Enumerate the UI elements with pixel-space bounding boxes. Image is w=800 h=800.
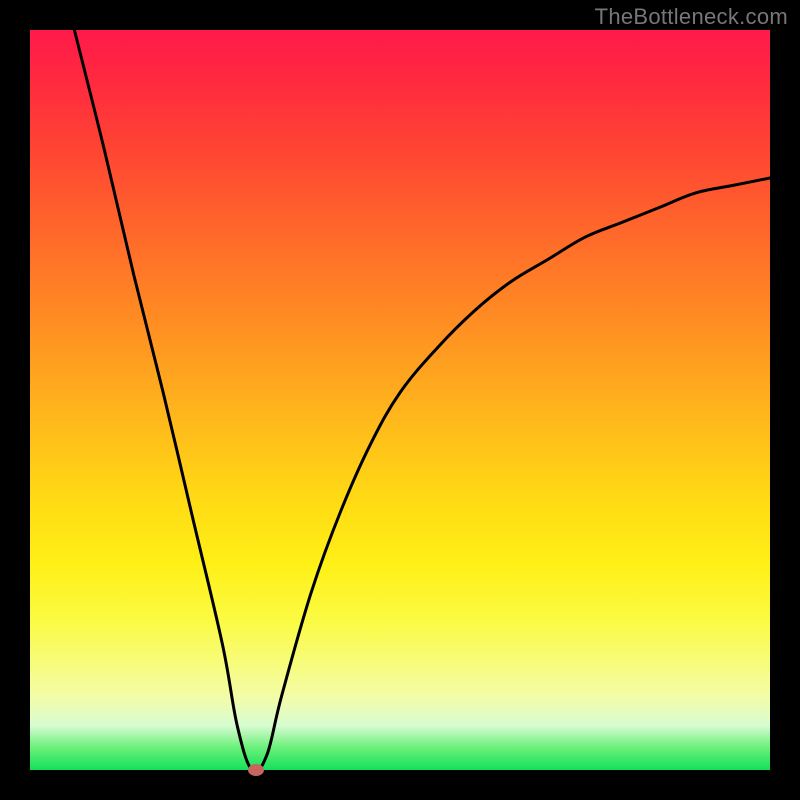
chart-frame: TheBottleneck.com	[0, 0, 800, 800]
plot-area	[30, 30, 770, 770]
bottleneck-curve	[30, 30, 770, 770]
curve-path	[74, 30, 770, 772]
watermark-text: TheBottleneck.com	[595, 4, 788, 30]
minimum-dot	[248, 764, 264, 776]
